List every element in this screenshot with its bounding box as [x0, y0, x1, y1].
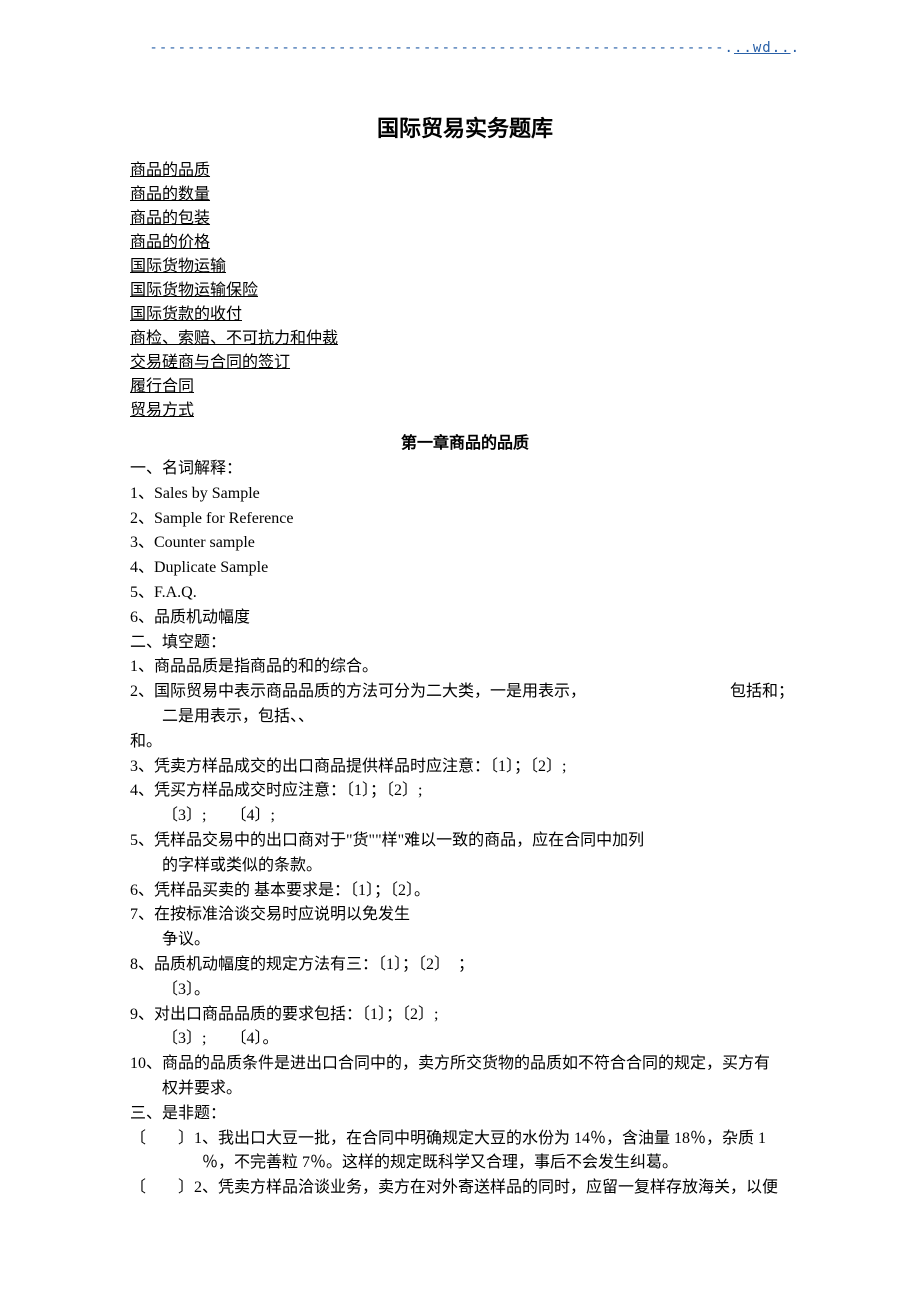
table-of-contents: 商品的品质 商品的数量 商品的包装 商品的价格 国际货物运输 国际货物运输保险 … — [130, 159, 800, 423]
term-item: 2、Sample for Reference — [130, 507, 800, 532]
section-heading: 一、名词解释： — [130, 457, 800, 482]
fill-blank-item: 5、凭样品交易中的出口商对于"货""样"难以一致的商品，应在合同中加列 — [130, 829, 800, 854]
toc-link[interactable]: 商检、索赔、不可抗力和仲裁 — [130, 327, 338, 351]
header-wd: ..wd.. — [734, 40, 791, 56]
fill-blank-item: 1、商品品质是指商品的和的综合。 — [130, 655, 800, 680]
fill-blank-item: 6、凭样品买卖的 基本要求是：〔1〕；〔2〕。 — [130, 879, 800, 904]
true-false-continuation: ％，不完善粒 7％。这样的规定既科学又合理，事后不会发生纠葛。 — [130, 1151, 800, 1176]
chapter-heading: 第一章商品的品质 — [130, 429, 800, 453]
fill-blank-continuation: 和。 — [130, 730, 800, 755]
toc-link[interactable]: 国际货物运输保险 — [130, 279, 258, 303]
toc-link[interactable]: 国际货物运输 — [130, 255, 226, 279]
fill-blank-item: 3、凭卖方样品成交的出口商品提供样品时应注意：〔1〕；〔2〕; — [130, 755, 800, 780]
true-false-item: 〔 〕2、凭卖方样品洽谈业务，卖方在对外寄送样品的同时，应留一复样存放海关，以便 — [130, 1176, 800, 1201]
fill-blank-item: 10、商品的品质条件是进出口合同中的，卖方所交货物的品质如不符合合同的规定，买方… — [130, 1052, 800, 1077]
fill-blank-item: 9、对出口商品品质的要求包括：〔1〕；〔2〕; — [130, 1003, 800, 1028]
header-dots-end: . — [791, 40, 800, 56]
toc-link[interactable]: 商品的包装 — [130, 207, 210, 231]
fill-blank-continuation: 权并要求。 — [130, 1077, 800, 1102]
fill-blank-continuation: 的字样或类似的条款。 — [130, 854, 800, 879]
toc-link[interactable]: 交易磋商与合同的签订 — [130, 351, 290, 375]
section-heading: 三、是非题： — [130, 1102, 800, 1127]
term-item: 6、品质机动幅度 — [130, 606, 800, 631]
fill-blank-item: 7、在按标准洽谈交易时应说明以免发生 — [130, 903, 800, 928]
header-dots: . — [725, 40, 734, 56]
term-item: 5、F.A.Q. — [130, 581, 800, 606]
toc-link[interactable]: 贸易方式 — [130, 399, 194, 423]
fill-blank-continuation: 〔3〕; 〔4〕。 — [130, 1027, 800, 1052]
fill-blank-item: 8、品质机动幅度的规定方法有三：〔1〕；〔2〕 ； — [130, 953, 800, 978]
fill-blank-item: 2、国际贸易中表示商品品质的方法可分为二大类，一是用表示， 包括和； — [130, 680, 800, 705]
toc-link[interactable]: 商品的价格 — [130, 231, 210, 255]
q2-part-a: 2、国际贸易中表示商品品质的方法可分为二大类，一是用表示， — [130, 683, 586, 700]
fill-blank-continuation: 〔3〕; 〔4〕; — [130, 804, 800, 829]
q2-part-b: 包括和； — [730, 683, 794, 700]
toc-link[interactable]: 履行合同 — [130, 375, 194, 399]
term-item: 3、Counter sample — [130, 531, 800, 556]
toc-link[interactable]: 商品的数量 — [130, 183, 210, 207]
toc-link[interactable]: 商品的品质 — [130, 159, 210, 183]
document-title: 国际贸易实务题库 — [130, 111, 800, 143]
fill-blank-item: 4、凭买方样品成交时应注意：〔1〕；〔2〕; — [130, 779, 800, 804]
fill-blank-continuation: 争议。 — [130, 928, 800, 953]
term-item: 1、Sales by Sample — [130, 482, 800, 507]
page-header: ----------------------------------------… — [130, 40, 800, 56]
true-false-item: 〔 〕1、我出口大豆一批，在合同中明确规定大豆的水份为 14％，含油量 18％，… — [130, 1127, 800, 1152]
fill-blank-continuation: 二是用表示，包括、、 — [130, 705, 800, 730]
toc-link[interactable]: 国际货款的收付 — [130, 303, 242, 327]
header-dashes: ----------------------------------------… — [149, 40, 724, 56]
fill-blank-continuation: 〔3〕。 — [130, 978, 800, 1003]
document-body: 一、名词解释： 1、Sales by Sample 2、Sample for R… — [130, 457, 800, 1201]
section-heading: 二、填空题： — [130, 631, 800, 656]
term-item: 4、Duplicate Sample — [130, 556, 800, 581]
